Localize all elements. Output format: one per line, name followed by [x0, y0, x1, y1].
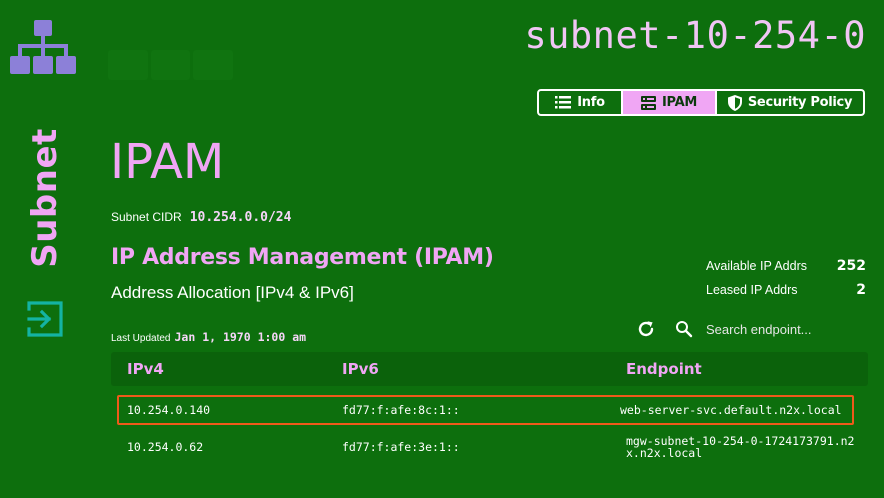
- network-hierarchy-icon: [10, 20, 76, 74]
- stat-leased-value: 2: [856, 282, 866, 298]
- cell-ipv4: 10.254.0.62: [127, 440, 204, 454]
- stat-leased: Leased IP Addrs 2: [706, 278, 866, 302]
- tab-bar: Info IPAM Security Policy: [537, 89, 865, 116]
- table-row[interactable]: 10.254.0.140 fd77:f:afe:8c:1:: web-serve…: [117, 395, 854, 425]
- tab-ipam[interactable]: IPAM: [623, 91, 717, 114]
- cell-endpoint: mgw-subnet-10-254-0-1724173791.n2x.n2x.l…: [626, 434, 855, 460]
- tab-security-policy[interactable]: Security Policy: [717, 91, 863, 114]
- page-heading: IPAM: [110, 134, 225, 190]
- ipam-table: IPv4 IPv6 Endpoint 10.254.0.140 fd77:f:a…: [111, 352, 868, 459]
- stat-leased-label: Leased IP Addrs: [706, 283, 798, 297]
- updated-value: Jan 1, 1970 1:00 am: [174, 330, 307, 344]
- table-header: IPv4 IPv6 Endpoint: [111, 352, 868, 386]
- shield-icon: [727, 94, 742, 111]
- updated-label: Last Updated: [111, 333, 171, 344]
- cidr-label: Subnet CIDR: [111, 210, 182, 224]
- stat-available-label: Available IP Addrs: [706, 259, 807, 273]
- exit-icon[interactable]: [27, 301, 63, 337]
- header-ipv4: IPv4: [127, 360, 164, 378]
- header-ipv6: IPv6: [342, 360, 379, 378]
- cell-ipv4: 10.254.0.140: [127, 403, 211, 417]
- stat-available: Available IP Addrs 252: [706, 254, 866, 278]
- section-title: IP Address Management (IPAM): [111, 245, 494, 270]
- header-endpoint: Endpoint: [626, 360, 702, 378]
- list-icon: [555, 96, 572, 109]
- server-icon: [641, 95, 656, 110]
- subnet-cidr: Subnet CIDR 10.254.0.0/24: [111, 210, 291, 225]
- last-updated: Last Updated Jan 1, 1970 1:00 am: [111, 330, 306, 344]
- cell-ipv6: fd77:f:afe:3e:1::: [342, 440, 460, 454]
- faded-tab-shapes: [108, 50, 234, 80]
- tab-info[interactable]: Info: [539, 91, 623, 114]
- cell-endpoint: web-server-svc.default.n2x.local: [620, 403, 842, 417]
- section-subtitle: Address Allocation [IPv4 & IPv6]: [111, 283, 354, 302]
- cell-ipv6: fd77:f:afe:8c:1::: [342, 403, 460, 417]
- stat-available-value: 252: [836, 258, 866, 274]
- search-box: [669, 314, 866, 344]
- search-input[interactable]: [704, 320, 858, 338]
- refresh-icon[interactable]: [636, 319, 656, 339]
- ip-stats: Available IP Addrs 252 Leased IP Addrs 2: [706, 254, 866, 302]
- tab-ipam-label: IPAM: [662, 95, 697, 110]
- table-row[interactable]: 10.254.0.62 fd77:f:afe:3e:1:: mgw-subnet…: [111, 432, 868, 462]
- search-icon: [676, 321, 693, 338]
- tab-security-policy-label: Security Policy: [747, 95, 853, 110]
- sidebar-title: Subnet: [25, 127, 65, 268]
- subnet-name: subnet-10-254-0: [524, 14, 866, 57]
- tab-info-label: Info: [577, 95, 605, 110]
- cidr-value: 10.254.0.0/24: [189, 210, 292, 225]
